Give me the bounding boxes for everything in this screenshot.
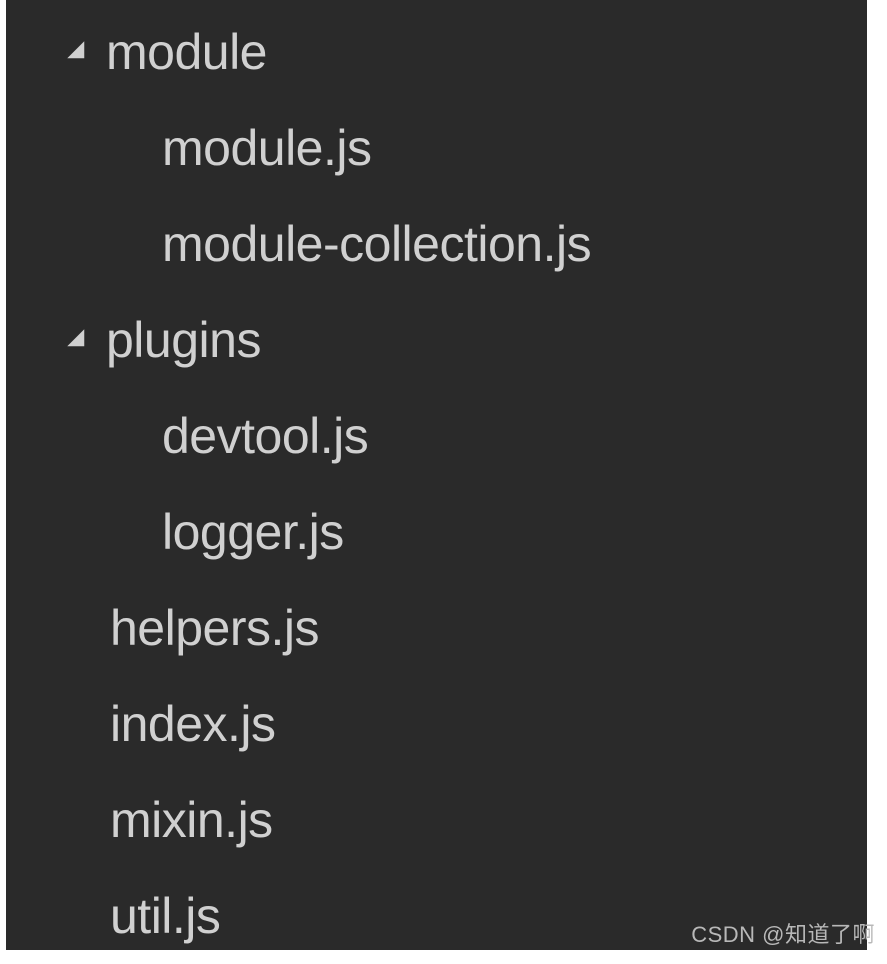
file-label: index.js — [110, 695, 276, 753]
watermark: CSDN @知道了啊 — [691, 917, 875, 949]
file-item[interactable]: helpers.js — [6, 580, 867, 676]
file-item[interactable]: index.js — [6, 676, 867, 772]
file-label: devtool.js — [162, 407, 368, 465]
file-item[interactable]: module-collection.js — [6, 196, 867, 292]
folder-module[interactable]: module — [6, 4, 867, 100]
file-label: module-collection.js — [162, 215, 591, 273]
file-explorer-panel: module module.js module-collection.js pl… — [6, 0, 867, 950]
file-item[interactable]: module.js — [6, 100, 867, 196]
file-label: mixin.js — [110, 791, 273, 849]
file-label: module.js — [162, 119, 372, 177]
file-item[interactable]: devtool.js — [6, 388, 867, 484]
folder-plugins[interactable]: plugins — [6, 292, 867, 388]
file-item[interactable]: util.js — [6, 868, 867, 964]
file-item[interactable]: mixin.js — [6, 772, 867, 868]
folder-label: module — [106, 23, 267, 81]
chevron-down-icon — [67, 41, 92, 66]
file-label: logger.js — [162, 503, 344, 561]
file-label: util.js — [110, 887, 220, 945]
file-label: helpers.js — [110, 599, 319, 657]
file-item[interactable]: logger.js — [6, 484, 867, 580]
folder-label: plugins — [106, 311, 261, 369]
chevron-down-icon — [67, 329, 92, 354]
